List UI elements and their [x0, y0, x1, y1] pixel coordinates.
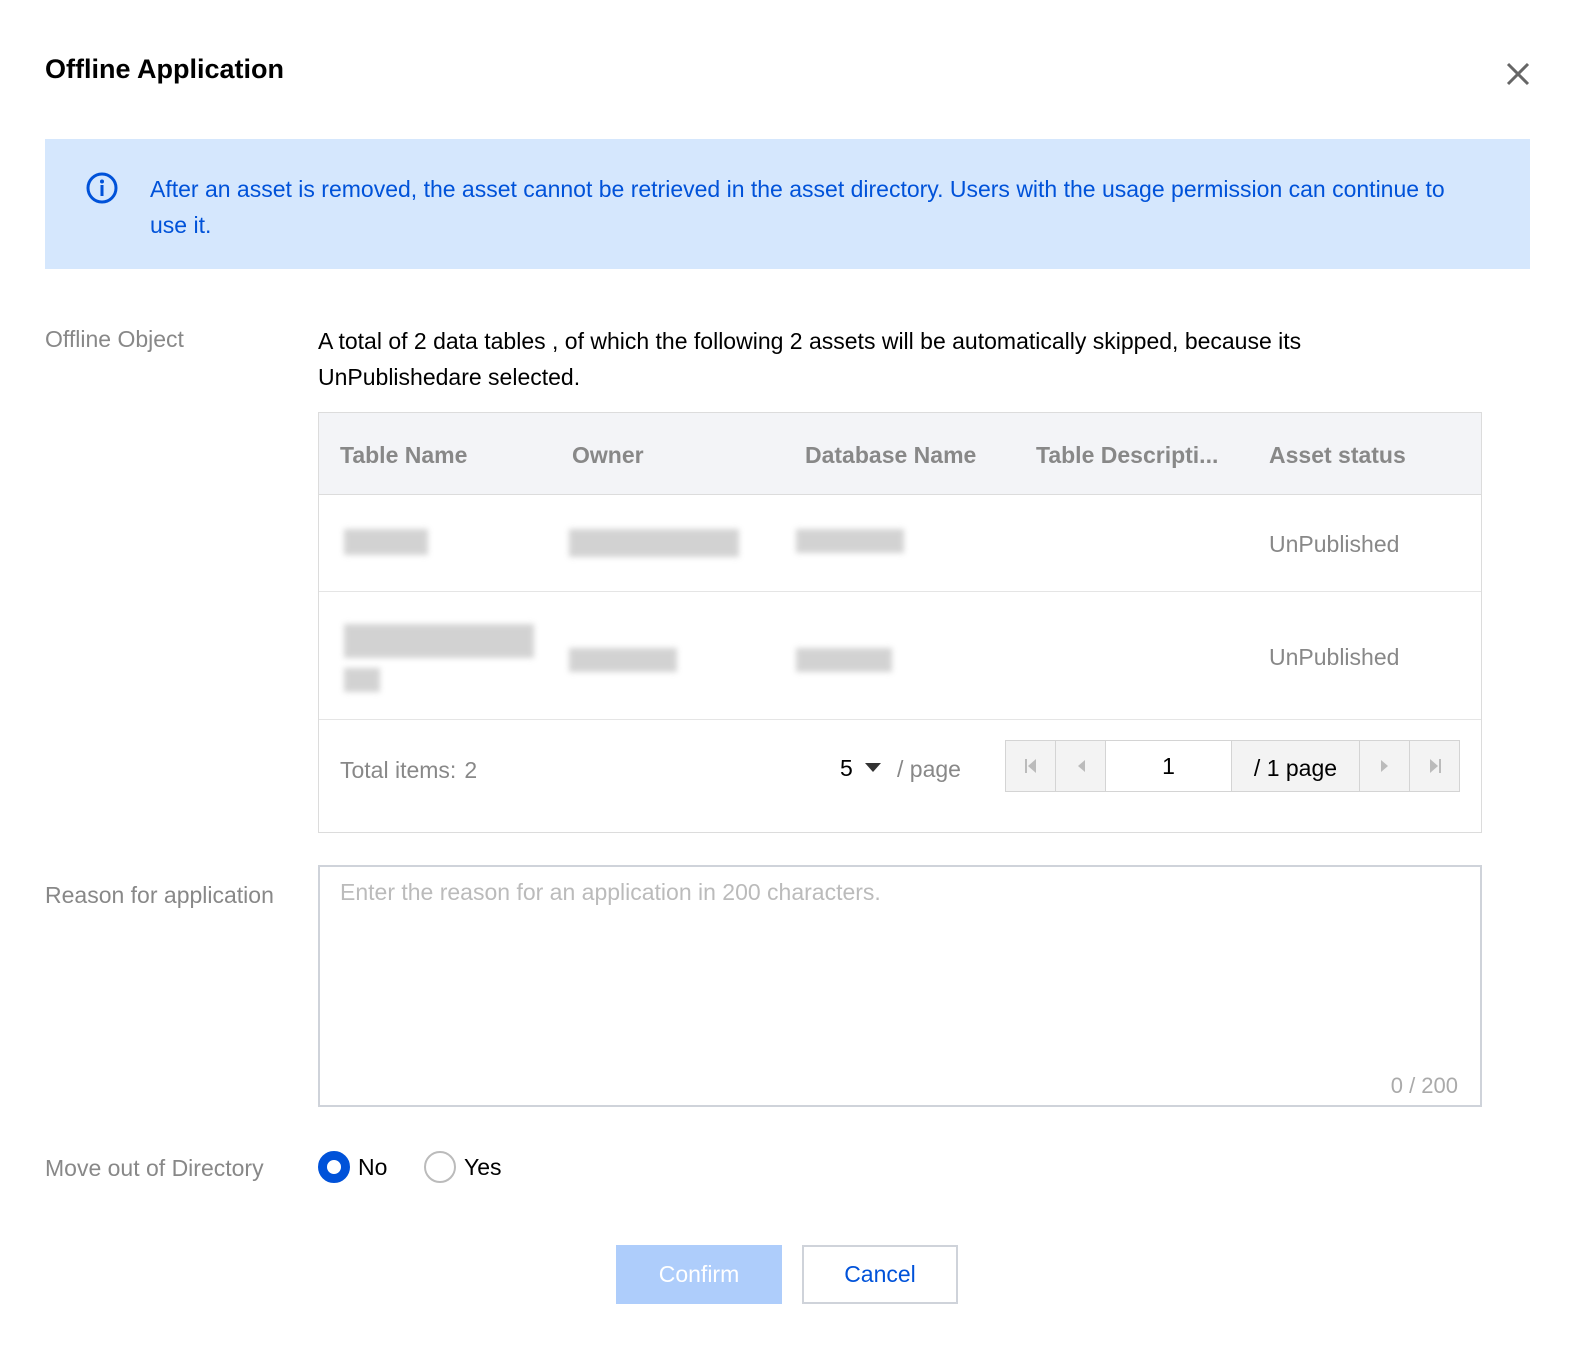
- asset-status: UnPublished: [1269, 531, 1400, 557]
- character-counter: 0 / 200: [1390, 1073, 1458, 1098]
- next-page-icon: [1380, 760, 1388, 772]
- page-number-input[interactable]: 1: [1105, 740, 1232, 792]
- table-row: UnPublished: [319, 592, 1481, 720]
- reason-field: 0 / 200: [318, 865, 1482, 1107]
- redacted-owner: [569, 648, 677, 672]
- first-page-icon: [1024, 759, 1036, 773]
- offline-object-label: Offline Object: [45, 326, 184, 352]
- reason-textarea[interactable]: [340, 879, 1460, 1059]
- table-row: UnPublished: [319, 495, 1481, 592]
- column-header-database-name: Database Name: [805, 442, 977, 468]
- table-header: Table Name Owner Database Name Table Des…: [319, 413, 1481, 495]
- cancel-button[interactable]: Cancel: [802, 1245, 958, 1304]
- info-icon: [85, 171, 119, 205]
- page-size-select[interactable]: 5: [840, 755, 881, 782]
- column-header-table-name: Table Name: [340, 442, 468, 468]
- redacted-table-name-line2: [344, 668, 380, 692]
- last-page-button[interactable]: [1409, 740, 1460, 792]
- radio-yes-label: Yes: [464, 1154, 502, 1180]
- column-header-asset-status: Asset status: [1269, 442, 1406, 468]
- info-alert: After an asset is removed, the asset can…: [45, 139, 1530, 269]
- prev-page-button[interactable]: [1055, 740, 1106, 792]
- redacted-database-name: [796, 648, 892, 672]
- total-items-label: Total items:: [340, 757, 457, 783]
- close-icon: [1506, 62, 1530, 86]
- close-button[interactable]: [1500, 56, 1536, 92]
- redacted-table-name: [344, 529, 428, 555]
- asset-status: UnPublished: [1269, 644, 1400, 670]
- prev-page-icon: [1077, 760, 1085, 772]
- radio-checked-icon: [318, 1151, 350, 1183]
- column-header-table-description: Table Descripti...: [1036, 442, 1219, 468]
- page-size-value: 5: [840, 755, 853, 781]
- caret-down-icon: [864, 763, 881, 773]
- last-page-icon: [1429, 759, 1441, 773]
- assets-table: Table Name Owner Database Name Table Des…: [318, 412, 1482, 833]
- redacted-table-name: [344, 624, 534, 658]
- reason-label: Reason for application: [45, 882, 274, 908]
- dialog-title: Offline Application: [45, 54, 284, 84]
- alert-text: After an asset is removed, the asset can…: [150, 176, 1445, 238]
- redacted-owner: [569, 529, 739, 557]
- move-out-label: Move out of Directory: [45, 1155, 264, 1181]
- per-page-label: / page: [897, 756, 961, 782]
- column-header-owner: Owner: [572, 442, 644, 468]
- confirm-button[interactable]: Confirm: [616, 1245, 782, 1304]
- total-pages-label: / 1 page: [1231, 740, 1360, 792]
- radio-no-label: No: [358, 1154, 388, 1180]
- redacted-database-name: [796, 529, 904, 553]
- pagination: Total items: 2 5 / page 1 / 1 page: [319, 720, 1481, 833]
- total-items-value: 2: [464, 757, 478, 783]
- first-page-button[interactable]: [1005, 740, 1056, 792]
- radio-unchecked-icon: [424, 1151, 456, 1183]
- next-page-button[interactable]: [1359, 740, 1410, 792]
- total-items: Total items: 2: [340, 757, 477, 784]
- offline-object-description: A total of 2 data tables , of which the …: [318, 328, 1302, 390]
